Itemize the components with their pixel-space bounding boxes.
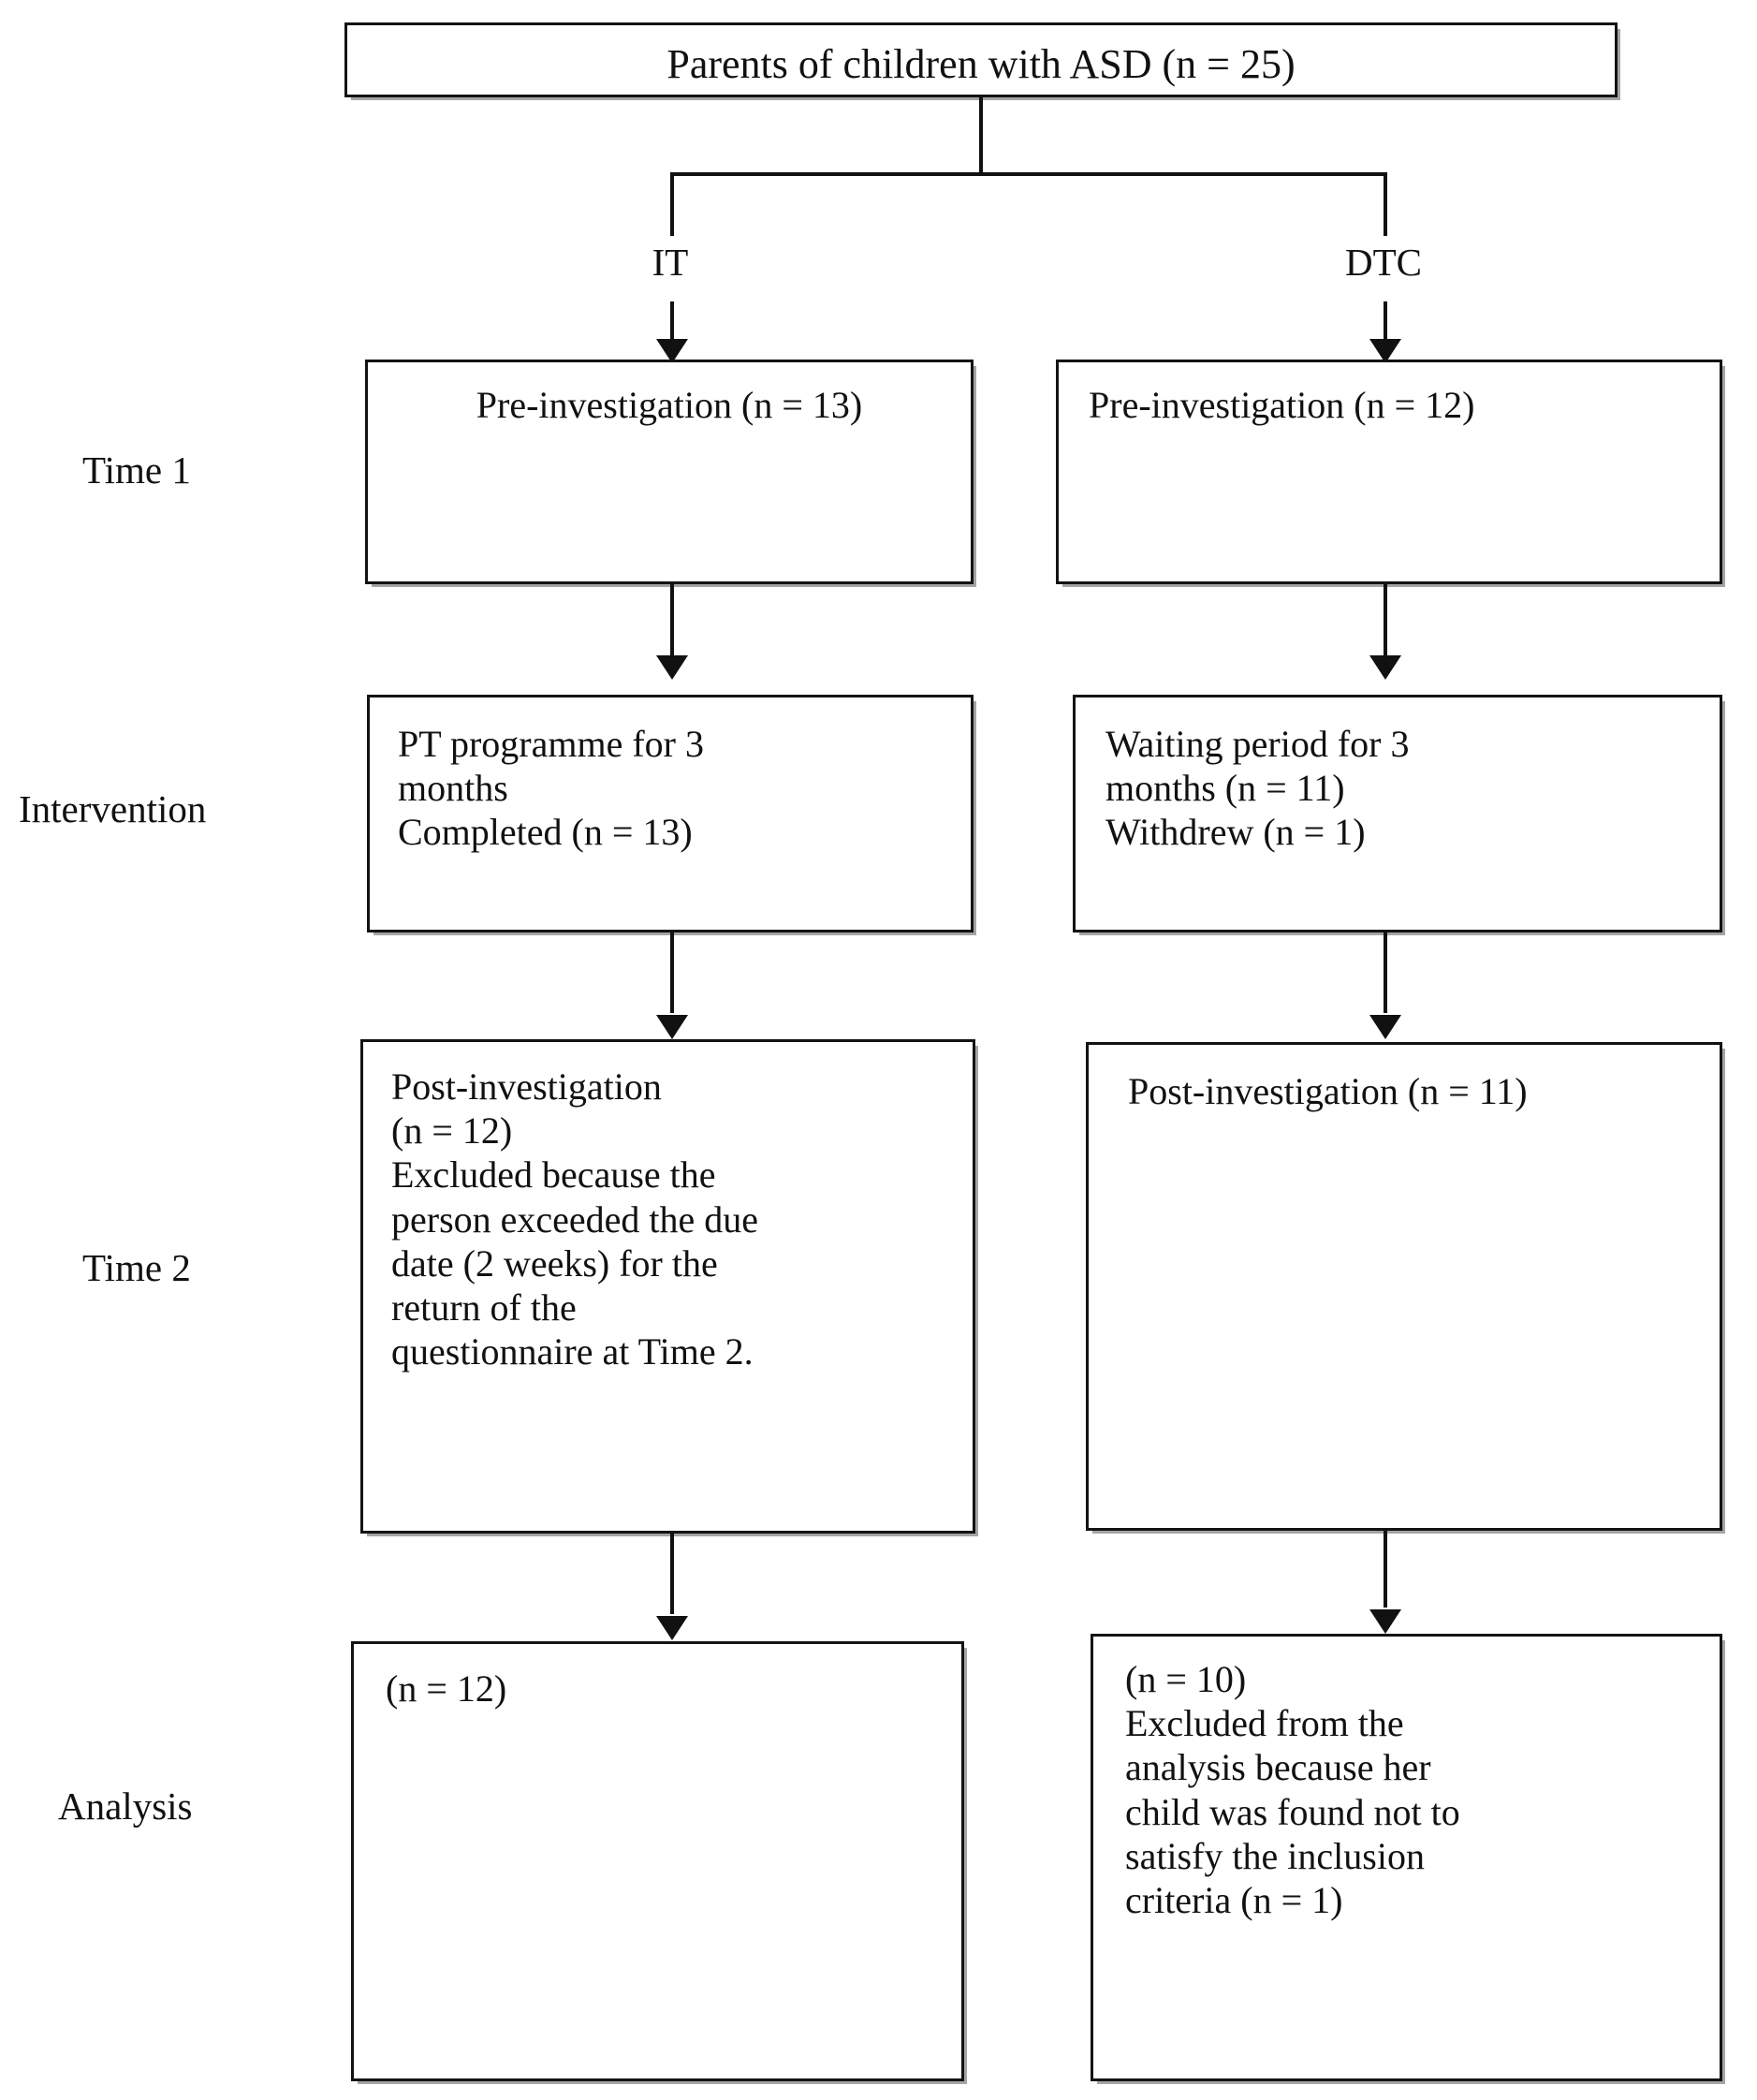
arrowhead-it-time2-to-analysis	[656, 1616, 688, 1640]
connector-dtc-time2-to-analysis	[1384, 1531, 1387, 1608]
node-root-label: Parents of children with ASD (n = 25)	[666, 41, 1296, 87]
node-dtc-time1-label: Pre-investigation (n = 12)	[1089, 384, 1475, 426]
node-dtc-intervention: Waiting period for 3 months (n = 11) Wit…	[1073, 695, 1722, 933]
node-it-intervention: PT programme for 3 months Completed (n =…	[367, 695, 974, 933]
node-dtc-time2: Post-investigation (n = 11)	[1086, 1042, 1722, 1531]
node-it-analysis: (n = 12)	[351, 1641, 964, 2081]
connector-it-intervention-to-time2	[670, 933, 674, 1013]
connector-split-right-drop	[1384, 172, 1387, 236]
arrowhead-it-intervention-to-time2	[656, 1015, 688, 1039]
branch-label-it: IT	[652, 241, 689, 284]
connector-root-stem	[979, 97, 983, 174]
stage-label-time1: Time 1	[82, 448, 191, 492]
connector-it-time1-to-intervention	[670, 584, 674, 665]
node-it-intervention-label: PT programme for 3 months Completed (n =…	[398, 723, 704, 854]
connector-dtc-time1-to-intervention	[1384, 584, 1387, 665]
stage-label-intervention: Intervention	[19, 787, 207, 830]
flowchart-canvas: Parents of children with ASD (n = 25) IT…	[0, 0, 1757, 2100]
node-it-time2: Post-investigation (n = 12) Excluded bec…	[360, 1039, 975, 1534]
node-dtc-time1: Pre-investigation (n = 12)	[1056, 360, 1722, 584]
stage-label-analysis: Analysis	[58, 1784, 193, 1828]
branch-label-dtc: DTC	[1345, 241, 1422, 284]
stage-label-time2: Time 2	[82, 1246, 191, 1289]
node-it-time2-label: Post-investigation (n = 12) Excluded bec…	[391, 1065, 759, 1373]
arrowhead-dtc-intervention-to-time2	[1369, 1015, 1401, 1039]
node-root: Parents of children with ASD (n = 25)	[344, 22, 1618, 97]
node-it-time1: Pre-investigation (n = 13)	[365, 360, 974, 584]
node-dtc-time2-label: Post-investigation (n = 11)	[1128, 1070, 1528, 1112]
connector-split-left-drop	[670, 172, 674, 236]
node-dtc-intervention-label: Waiting period for 3 months (n = 11) Wit…	[1105, 723, 1410, 854]
node-it-analysis-label: (n = 12)	[386, 1667, 507, 1710]
arrowhead-dtc-time2-to-analysis	[1369, 1609, 1401, 1634]
arrowhead-it-time1-to-intervention	[656, 655, 688, 680]
node-dtc-analysis: (n = 10) Excluded from the analysis beca…	[1091, 1634, 1722, 2081]
connector-dtc-intervention-to-time2	[1384, 933, 1387, 1013]
connector-split-horizontal	[670, 172, 1387, 176]
node-dtc-analysis-label: (n = 10) Excluded from the analysis beca…	[1125, 1658, 1460, 1921]
connector-it-time2-to-analysis	[670, 1534, 674, 1614]
arrowhead-dtc-time1-to-intervention	[1369, 655, 1401, 680]
node-it-time1-label: Pre-investigation (n = 13)	[476, 384, 863, 426]
